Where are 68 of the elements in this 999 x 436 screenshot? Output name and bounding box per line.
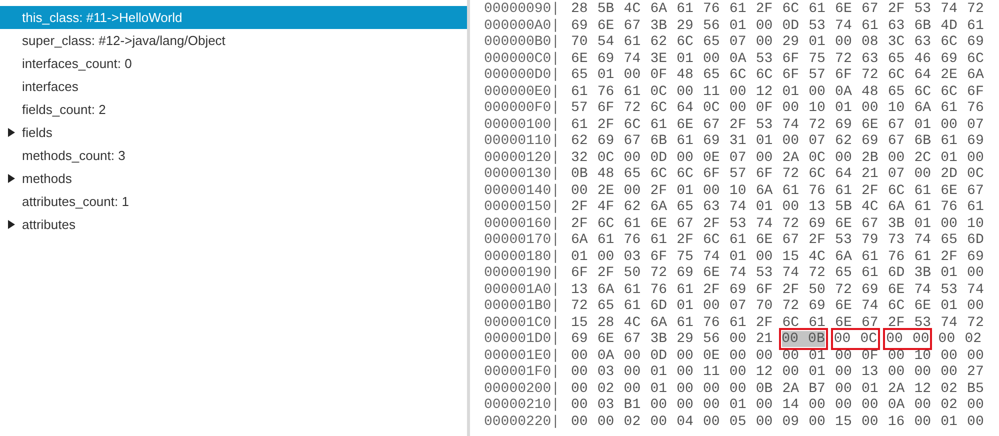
offset-label: 000001B0|: [484, 298, 561, 314]
hex-bytes: 00 02 00 01 00 00 00 0B 2A B7 00 01 2A 12 02 B5: [571, 380, 984, 396]
offset-label: 000001C0|: [484, 314, 561, 331]
hex-bytes: 13 6A 61 76 61 2F 69 6F 2F 50 72 69 6E 74 53 74: [571, 282, 984, 298]
tree-item[interactable]: methods: [0, 167, 467, 190]
hex-bytes: 01 00 03 6F 75 74 01 00 15 4C 6A 61 76 61 2F 69: [571, 248, 984, 264]
hex-bytes: 00 03 B1 00 00 00 01 00 14 00 00 00 0A 00 02 00: [571, 397, 984, 413]
hex-bytes: 6F 2F 50 72 69 6E 74 53 74 72 65 61 6D 3B 01 00: [571, 265, 984, 281]
hex-bytes: 0B 48 65 6C 6C 6F 57 6F 72 6C 64 21 07 00 2D 0C: [571, 166, 984, 182]
hex-bytes: 00 0A 00 0D 00 0E 00 00 00 01 00 0F 00 10 00 00: [571, 348, 984, 364]
tree-item[interactable]: interfaces_count: 0: [0, 52, 467, 75]
offset-label: 000000B0|: [484, 34, 561, 50]
hex-bytes: 57 6F 72 6C 64 0C 00 0F 00 10 01 00 10 6A 61 76: [571, 100, 984, 116]
tree-item[interactable]: interfaces: [0, 75, 467, 98]
hex-bytes: 72 65 61 6D 01 00 07 70 72 69 6E 74 6C 6E 01 00: [571, 298, 984, 314]
tree-item[interactable]: super_class: #12->java/lang/Object: [0, 29, 467, 52]
hex-bytes: 69 6E 67 3B 29 56 01 00 0D 53 74 61 63 6B 4D 61: [571, 18, 984, 34]
offset-label: 00000210|: [484, 397, 561, 414]
hex-bytes: 65 01 00 0F 48 65 6C 6C 6F 57 6F 72 6C 64 2E 6A: [571, 67, 984, 83]
offset-label: 000001F0|: [484, 364, 561, 380]
offset-label: 00000200|: [484, 380, 561, 397]
offset-label: 00000130|: [484, 166, 561, 182]
offset-label: 00000160|: [484, 216, 561, 232]
hex-bytes: 00 02: [938, 331, 982, 347]
offset-label: 00000110|: [484, 133, 561, 150]
offset-label: 000001A0|: [484, 282, 561, 298]
tree-item[interactable]: methods_count: 3: [0, 144, 467, 167]
offset-label: 000000D0|: [484, 67, 561, 84]
tree-item[interactable]: fields_count: 2: [0, 98, 467, 121]
expand-arrow-icon[interactable]: [8, 220, 16, 229]
offset-label: 000001E0|: [484, 348, 561, 364]
hex-bytes: 2F 4F 62 6A 65 63 74 01 00 13 5B 4C 6A 61 76 61: [571, 199, 984, 215]
offset-label: 000000E0|: [484, 84, 561, 100]
highlighted-bytes: 00 00: [886, 331, 930, 347]
hex-bytes: 00 2E 00 2F 01 00 10 6A 61 76 61 2F 6C 61 6E 67: [571, 182, 984, 198]
offset-label: 00000190|: [484, 265, 561, 282]
offset-label: 000001D0|: [484, 331, 561, 348]
offset-label: 000000C0|: [484, 50, 561, 67]
offset-label: 00000090|: [484, 1, 561, 18]
hex-bytes: 15 28 4C 6A 61 76 61 2F 6C 61 6E 67 2F 53 74 72: [571, 314, 984, 330]
hex-bytes: 00 00 02 00 04 00 05 00 09 00 15 00 16 00 01 00: [571, 414, 984, 430]
tree-item[interactable]: attributes: [0, 213, 467, 236]
hex-bytes: 6A 61 76 61 2F 6C 61 6E 67 2F 53 79 73 74 65 6D: [571, 232, 984, 248]
hex-bytes: 28 5B 4C 6A 61 76 61 2F 6C 61 6E 67 2F 53 74 72: [571, 1, 984, 17]
highlighted-bytes: 00 0C: [834, 331, 878, 347]
hex-bytes: 2F 6C 61 6E 67 2F 53 74 72 69 6E 67 3B 01 00 10: [571, 216, 984, 232]
tree-item[interactable]: attributes_count: 1: [0, 190, 467, 213]
expand-arrow-icon[interactable]: [8, 128, 16, 137]
offset-label: 00000150|: [484, 199, 561, 216]
offset-label: 000000A0|: [484, 18, 561, 34]
expand-arrow-icon[interactable]: [8, 174, 16, 183]
offset-label: 00000120|: [484, 150, 561, 166]
hex-bytes: 32 0C 00 0D 00 0E 07 00 2A 0C 00 2B 00 2C 01 00: [571, 150, 984, 166]
hex-bytes: 6E 69 74 3E 01 00 0A 53 6F 75 72 63 65 46 69 6C: [571, 50, 984, 66]
hex-bytes: 00 03 00 01 00 11 00 12 00 01 00 13 00 00 00 27: [571, 364, 984, 380]
offset-label: 00000100|: [484, 116, 561, 133]
hex-bytes: 61 2F 6C 61 6E 67 2F 53 74 72 69 6E 67 01 00 07: [571, 116, 984, 132]
hex-bytes: 70 54 61 62 6C 65 07 00 29 01 00 08 3C 63 6C 69: [571, 34, 984, 50]
offset-label: 00000220|: [484, 414, 561, 430]
hex-bytes: 62 69 67 6B 61 69 31 01 00 07 62 69 67 6B 61 69: [571, 133, 984, 149]
hex-bytes: 69 6E 67 3B 29 56 00 21: [571, 331, 773, 347]
highlighted-bytes: 00 0B: [782, 331, 825, 347]
offset-label: 000000F0|: [484, 100, 561, 116]
offset-label: 00000180|: [484, 248, 561, 265]
offset-label: 00000140|: [484, 182, 561, 199]
tree-item[interactable]: fields: [0, 121, 467, 144]
hex-bytes: 61 76 61 0C 00 11 00 12 01 00 0A 48 65 6C 6C 6F: [571, 84, 984, 100]
offset-label: 00000170|: [484, 232, 561, 248]
